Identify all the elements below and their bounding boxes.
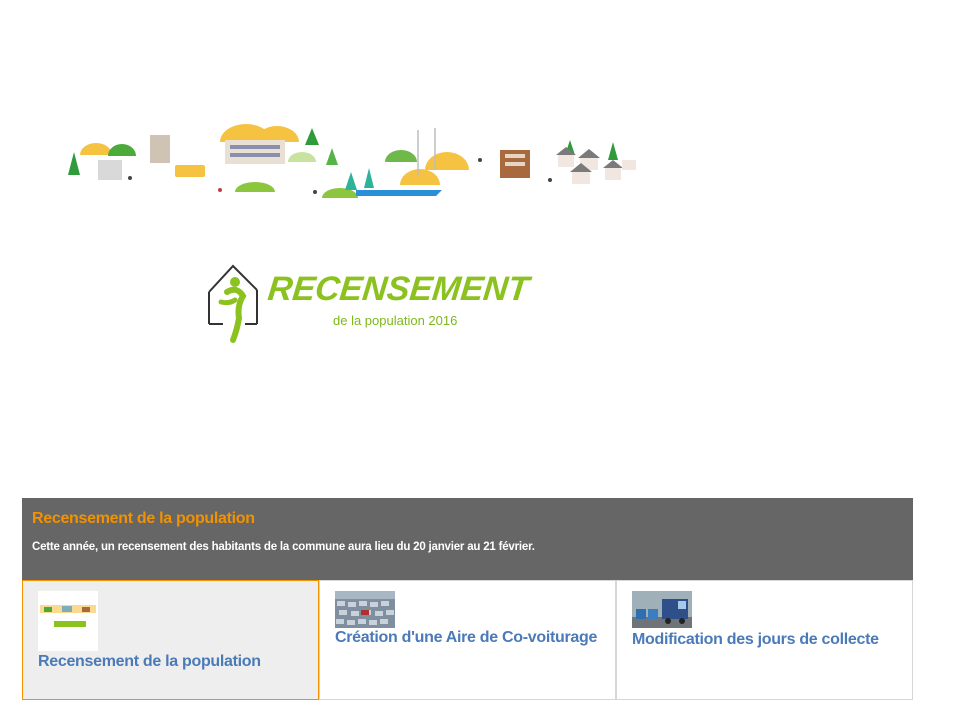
- recensement-logo: RECENSEMENT de la population 2016: [205, 262, 531, 347]
- slider-item-recensement[interactable]: Recensement de la population: [22, 580, 319, 700]
- car-park-thumbnail: [335, 591, 395, 628]
- news-slider: Recensement de la population Cette année…: [22, 498, 913, 700]
- slide-title[interactable]: Recensement de la population: [32, 510, 255, 528]
- logo-subtitle: de la population 2016: [333, 313, 458, 328]
- slider-thumbnails: Recensement de la population Création d'…: [22, 580, 913, 700]
- house-person-icon: [208, 264, 258, 343]
- slider-item-label[interactable]: Recensement de la population: [38, 653, 261, 671]
- slider-item-collecte[interactable]: Modification des jours de collecte: [616, 580, 913, 700]
- slide-caption: Recensement de la population Cette année…: [22, 498, 913, 580]
- slider-item-covoiturage[interactable]: Création d'une Aire de Co-voiturage: [319, 580, 616, 700]
- town-illustration-banner: [68, 124, 636, 198]
- slider-item-label[interactable]: Modification des jours de collecte: [632, 631, 879, 649]
- slide-description: Cette année, un recensement des habitant…: [32, 541, 535, 553]
- recensement-thumbnail: [38, 591, 98, 651]
- logo-title: RECENSEMENT: [266, 270, 531, 308]
- slider-item-label[interactable]: Création d'une Aire de Co-voiturage: [335, 629, 597, 647]
- garbage-truck-thumbnail: [632, 591, 692, 628]
